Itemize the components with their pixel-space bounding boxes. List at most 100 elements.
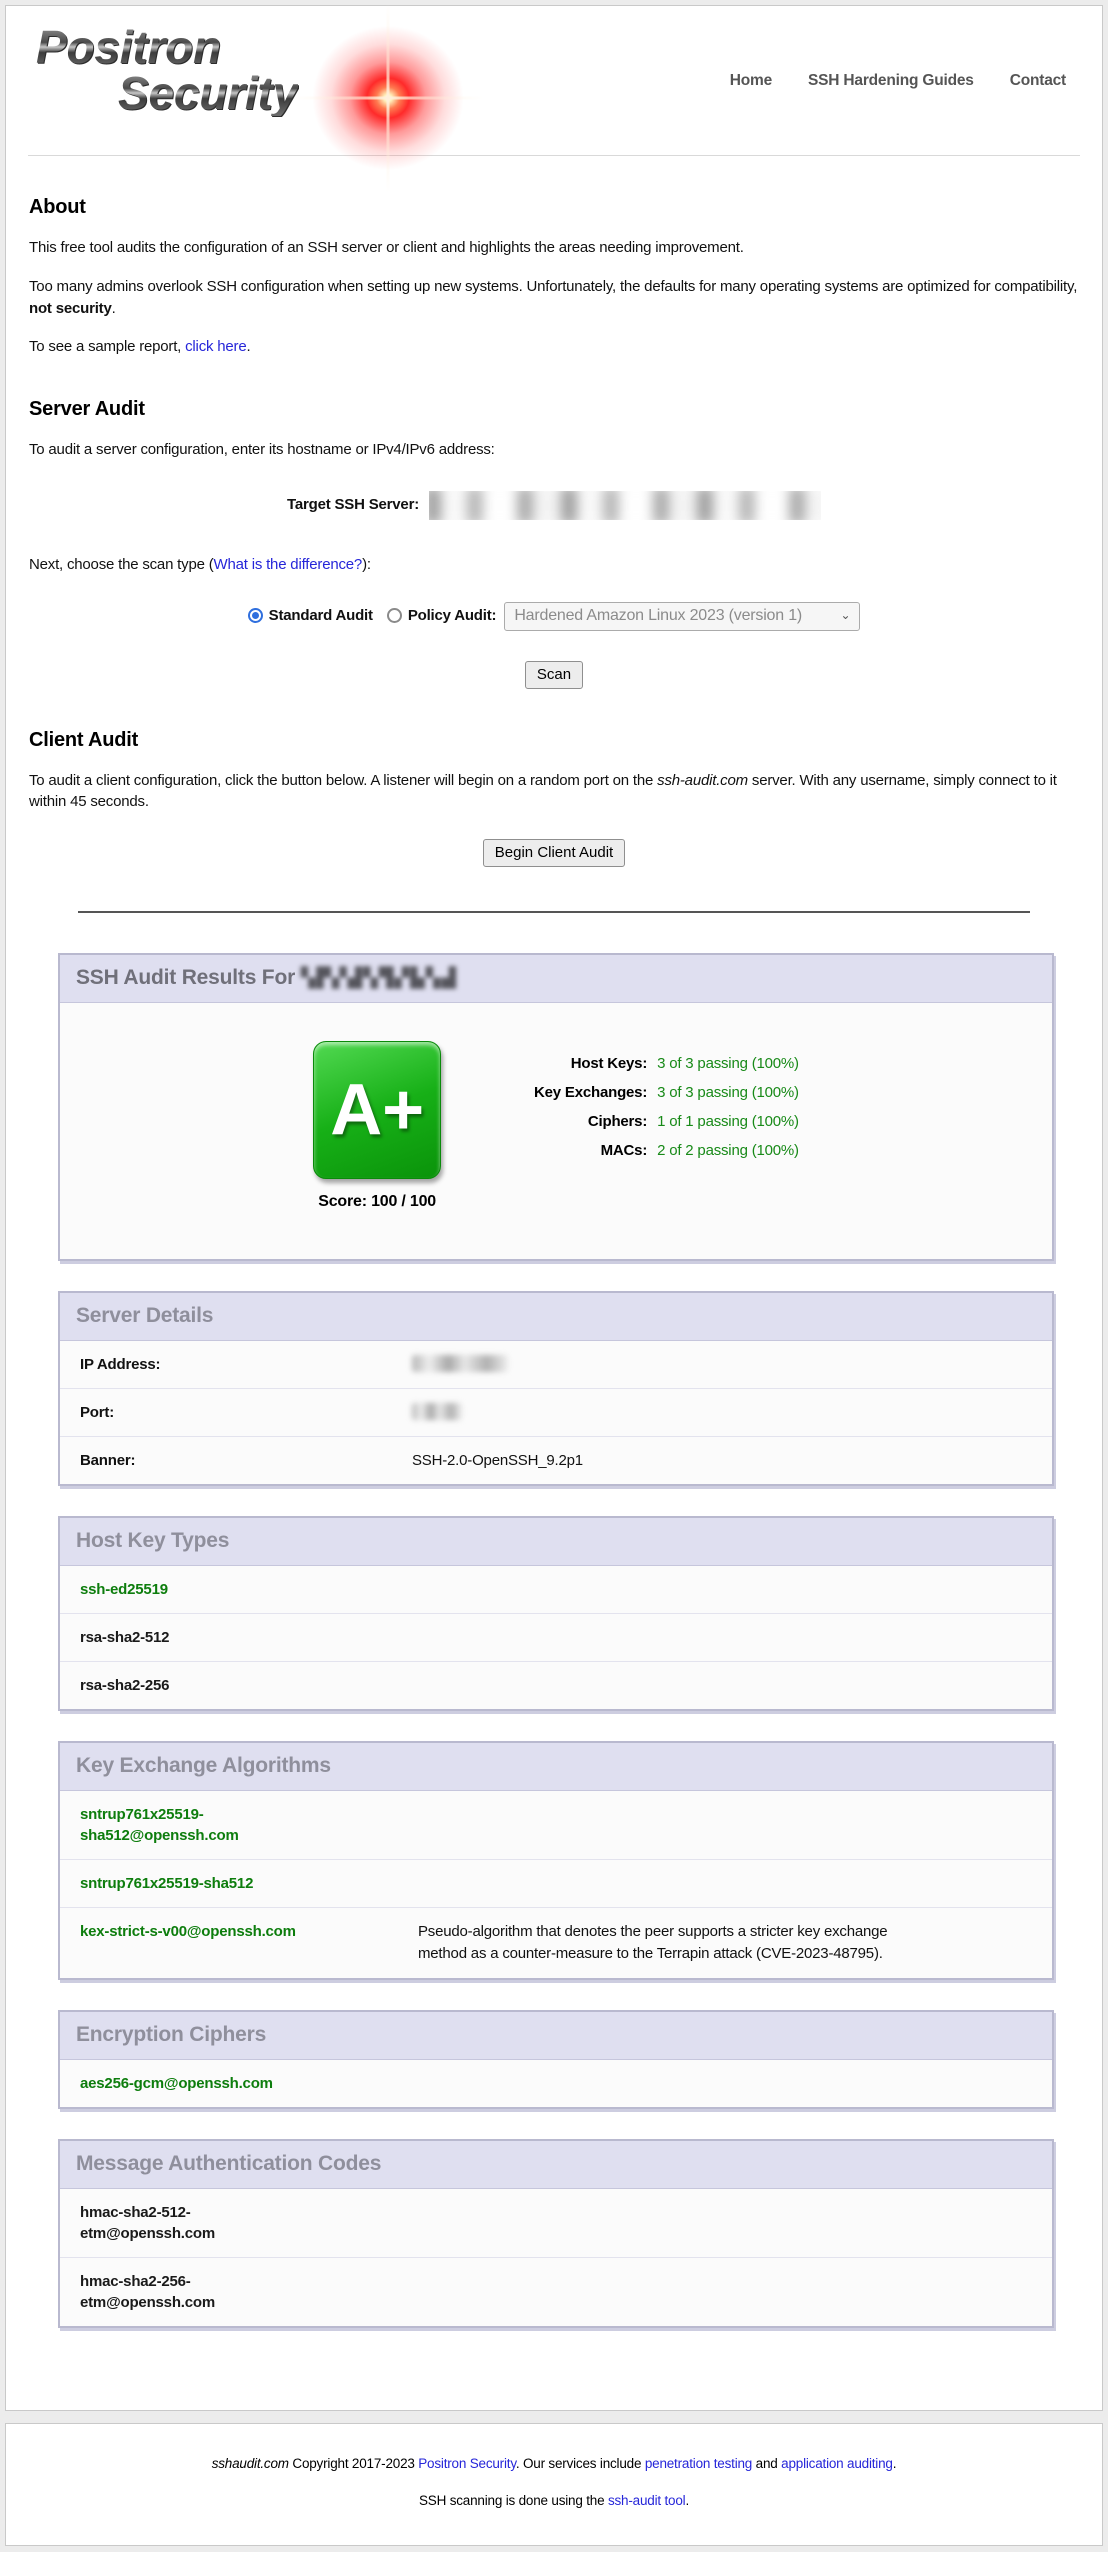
port-value (412, 1402, 1032, 1423)
nav-contact-link[interactable]: Contact (1010, 72, 1066, 90)
policy-select[interactable]: Hardened Amazon Linux 2023 (version 1)⌄ (504, 602, 860, 631)
ip-address-value (412, 1354, 1032, 1375)
host-key-name: ssh-ed25519 (80, 1579, 418, 1600)
about-heading: About (29, 196, 1079, 219)
client-audit-domain: ssh-audit.com (657, 772, 748, 789)
kex-name: sntrup761x25519-sha512 (80, 1873, 418, 1894)
footer-and-text: and (752, 2456, 781, 2471)
scan-button[interactable]: Scan (525, 661, 583, 689)
nav-home-link[interactable]: Home (730, 72, 772, 90)
stat-value-key-exchanges: 3 of 3 passing (100%) (657, 1084, 799, 1101)
sample-report-link[interactable]: click here (185, 338, 246, 355)
policy-audit-radio[interactable] (387, 608, 402, 623)
port-label: Port: (80, 1402, 412, 1423)
list-item: hmac-sha2-256-etm@openssh.com (60, 2258, 1052, 2326)
client-audit-section: Client Audit To audit a client configura… (6, 729, 1102, 868)
ip-address-label: IP Address: (80, 1354, 412, 1375)
results-panel-title: SSH Audit Results For ▚▛▞▟▚▜▞▙▚▟ (60, 955, 1052, 1003)
macs-title: Message Authentication Codes (60, 2141, 1052, 2189)
footer-ssh-audit-tool-link[interactable]: ssh-audit tool (608, 2493, 686, 2508)
table-row: Port: (60, 1389, 1052, 1437)
footer-copyright-text: Copyright 2017-2023 (289, 2456, 418, 2471)
footer-positron-security-link[interactable]: Positron Security (418, 2456, 516, 2471)
results-body: A+ Score: 100 / 100 Host Keys: 3 of 3 pa… (60, 1003, 1052, 1259)
about-p2-bold: not security (29, 300, 112, 317)
footer-line-2: SSH scanning is done using the ssh-audit… (26, 2491, 1082, 2511)
host-key-name: rsa-sha2-256 (80, 1675, 418, 1696)
client-audit-text: To audit a client configuration, click t… (29, 772, 657, 789)
macs-panel: Message Authentication Codes hmac-sha2-5… (58, 2139, 1054, 2328)
footer-application-auditing-link[interactable]: application auditing (781, 2456, 893, 2471)
redacted-target-value (429, 491, 821, 520)
redacted-ip-value (412, 1355, 508, 1372)
mac-name: hmac-sha2-512-etm@openssh.com (80, 2202, 418, 2244)
host-key-name-text: ssh-ed25519 (80, 1579, 168, 1600)
redacted-port-value (412, 1403, 462, 1420)
footer-domain: sshaudit.com (212, 2456, 289, 2471)
encryption-ciphers-title: Encryption Ciphers (60, 2012, 1052, 2060)
about-paragraph-3: To see a sample report, click here. (29, 336, 1079, 358)
list-item: rsa-sha2-256 (60, 1662, 1052, 1709)
scan-type-text: Next, choose the scan type ( (29, 556, 214, 573)
policy-audit-label: Policy Audit: (408, 607, 497, 624)
stat-label-key-exchanges: Key Exchanges: (487, 1084, 647, 1101)
host-key-types-title: Host Key Types (60, 1518, 1052, 1566)
scan-type-difference-link[interactable]: What is the difference? (214, 556, 363, 573)
starburst-flare-icon (283, 0, 493, 198)
kex-name-text: kex-strict-s-v00@openssh.com (80, 1921, 296, 1942)
list-item: hmac-sha2-512-etm@openssh.com (60, 2189, 1052, 2258)
table-row: Banner: SSH-2.0-OpenSSH_9.2p1 (60, 1437, 1052, 1484)
ssh-audit-results-panel: SSH Audit Results For ▚▛▞▟▚▜▞▙▚▟ A+ Scor… (58, 953, 1054, 1261)
kex-name: kex-strict-s-v00@openssh.com (80, 1921, 418, 1965)
nav-ssh-hardening-guides-link[interactable]: SSH Hardening Guides (808, 72, 974, 90)
cipher-name: aes256-gcm@openssh.com (80, 2073, 418, 2094)
key-exchange-title: Key Exchange Algorithms (60, 1743, 1052, 1791)
target-server-input[interactable] (429, 491, 821, 520)
list-item: rsa-sha2-512 (60, 1614, 1052, 1662)
about-paragraph-1: This free tool audits the configuration … (29, 237, 1079, 259)
server-audit-intro: To audit a server configuration, enter i… (29, 439, 1079, 461)
standard-audit-label: Standard Audit (269, 607, 373, 624)
list-item: kex-strict-s-v00@openssh.com Pseudo-algo… (60, 1908, 1052, 1978)
scan-type-text-end: ): (362, 556, 371, 573)
scan-type-row: Standard Audit Policy Audit: Hardened Amaz… (29, 602, 1079, 631)
standard-audit-radio[interactable] (248, 608, 263, 623)
footer-scanning-text: SSH scanning is done using the (419, 2493, 608, 2508)
host-key-name-text: rsa-sha2-512 (80, 1627, 169, 1648)
sample-report-period: . (246, 338, 250, 355)
footer-penetration-testing-link[interactable]: penetration testing (645, 2456, 752, 2471)
client-audit-button-row: Begin Client Audit (29, 839, 1079, 867)
target-server-label: Target SSH Server: (287, 496, 419, 513)
site-header: Positron Security Home SSH Hardening Gui… (28, 6, 1080, 156)
list-item: aes256-gcm@openssh.com (60, 2060, 1052, 2107)
grade-column: A+ Score: 100 / 100 (313, 1041, 441, 1211)
begin-client-audit-button[interactable]: Begin Client Audit (483, 839, 625, 867)
client-audit-heading: Client Audit (29, 729, 1079, 752)
about-p2-text: Too many admins overlook SSH configurati… (29, 278, 1077, 295)
server-audit-heading: Server Audit (29, 398, 1079, 421)
mac-name: hmac-sha2-256-etm@openssh.com (80, 2271, 418, 2313)
mac-name-text: hmac-sha2-256-etm@openssh.com (80, 2271, 308, 2313)
banner-label: Banner: (80, 1450, 412, 1471)
stat-value-macs: 2 of 2 passing (100%) (657, 1142, 799, 1159)
stats-grid: Host Keys: 3 of 3 passing (100%) Key Exc… (487, 1055, 799, 1159)
server-details-panel: Server Details IP Address: Port: Banner:… (58, 1291, 1054, 1486)
scan-button-row: Scan (29, 661, 1079, 689)
stat-label-host-keys: Host Keys: (487, 1055, 647, 1072)
footer-period: . (893, 2456, 897, 2471)
footer-line-1: sshaudit.com Copyright 2017-2023 Positro… (26, 2454, 1082, 2474)
stat-value-host-keys: 3 of 3 passing (100%) (657, 1055, 799, 1072)
kex-description: Pseudo-algorithm that denotes the peer s… (418, 1921, 923, 1965)
kex-name-text: sntrup761x25519-sha512 (80, 1873, 253, 1894)
list-item: sntrup761x25519-sha512 (60, 1860, 1052, 1908)
kex-name: sntrup761x25519-sha512@openssh.com (80, 1804, 418, 1846)
kex-description (418, 1873, 923, 1894)
host-key-name: rsa-sha2-512 (80, 1627, 418, 1648)
cipher-name-text: aes256-gcm@openssh.com (80, 2073, 273, 2094)
footer-scanning-period: . (685, 2493, 689, 2508)
about-section: About This free tool audits the configur… (6, 196, 1102, 358)
host-key-types-panel: Host Key Types ssh-ed25519 rsa-sha2-512 … (58, 1516, 1054, 1711)
server-audit-section: Server Audit To audit a server configura… (6, 398, 1102, 689)
kex-name-text: sntrup761x25519-sha512@openssh.com (80, 1804, 308, 1846)
target-server-row: Target SSH Server: (29, 491, 1079, 520)
